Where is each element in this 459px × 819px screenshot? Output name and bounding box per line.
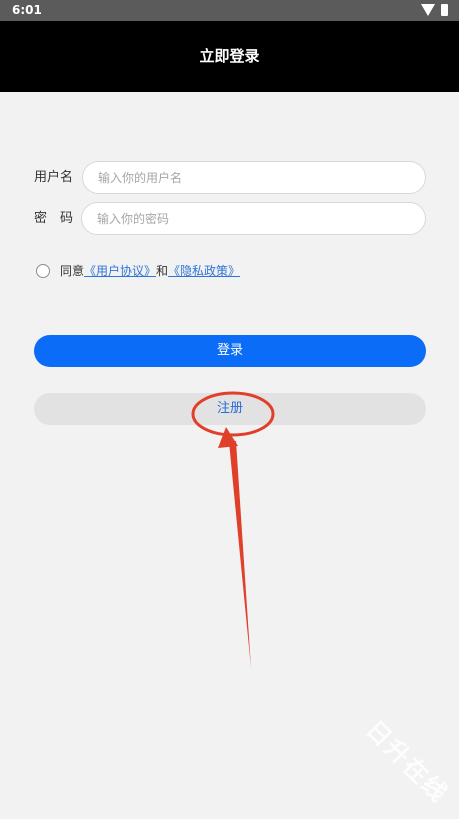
annotation-circle <box>191 391 275 437</box>
annotation-overlay <box>191 391 275 668</box>
annotation-arrow-shaft <box>229 441 251 668</box>
annotation-arrow-head <box>218 427 238 448</box>
